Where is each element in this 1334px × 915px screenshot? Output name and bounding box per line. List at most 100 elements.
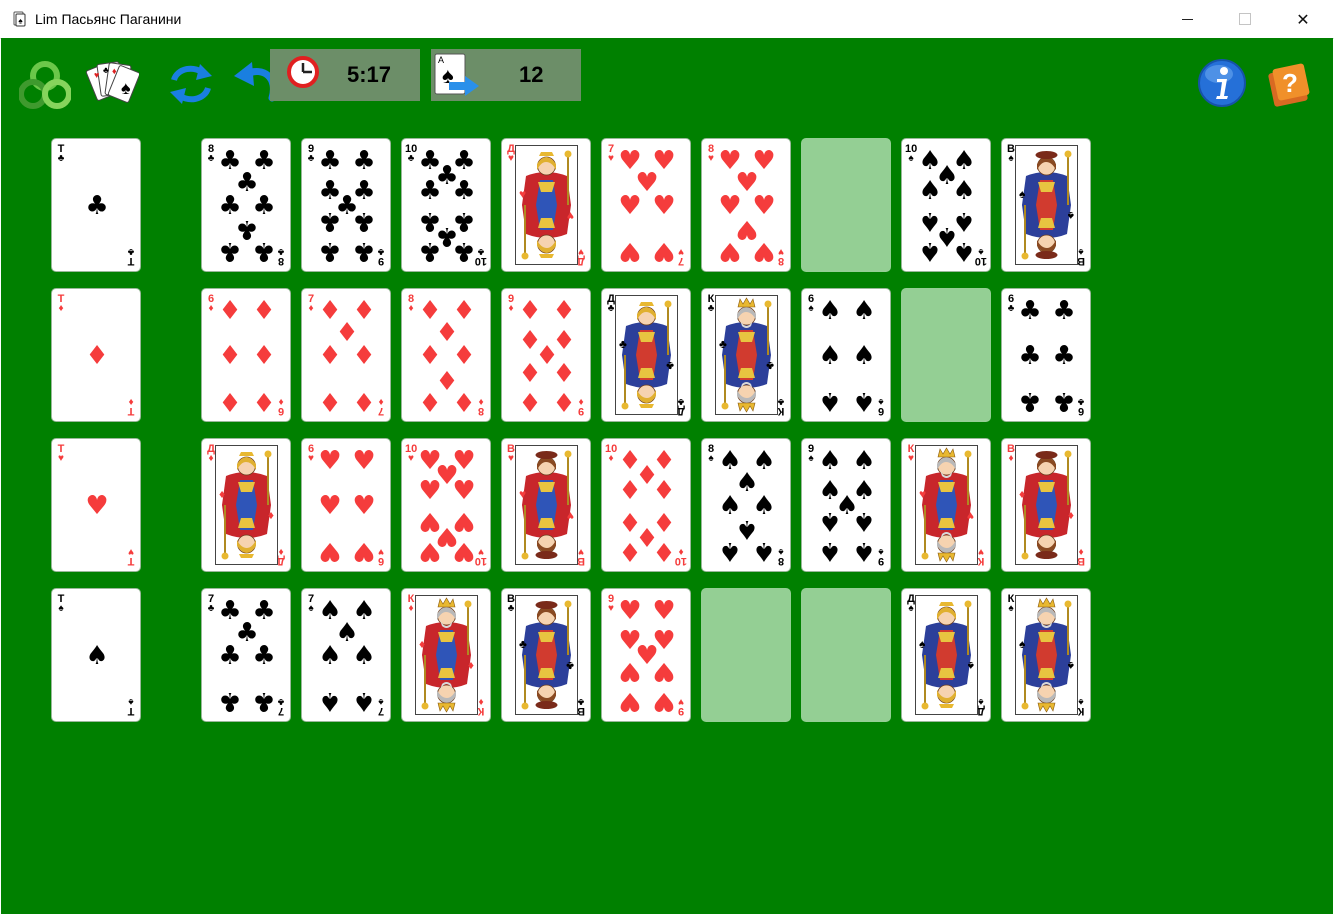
court-figure-top: ♥ (516, 146, 577, 205)
card-8-of-clubs[interactable]: 8 ♣ 8 ♣ ♣ ♣ ♣ ♣ ♣ ♣ ♣ ♣ (201, 138, 291, 272)
maximize-button[interactable] (1216, 0, 1274, 38)
card-10-of-clubs[interactable]: 10 ♣ 10 ♣ ♣ ♣ ♣ ♣ ♣ ♣ ♣ ♣ ♣ ♣ (401, 138, 491, 272)
card-king-of-diamonds[interactable]: К ♦ К ♦ ♦ ♦ (401, 588, 491, 722)
court-card-portrait: ♣ ♣ (715, 295, 778, 415)
empty-card-slot[interactable] (801, 588, 891, 722)
card-king-of-clubs[interactable]: К ♣ К ♣ ♣ ♣ (701, 288, 791, 422)
svg-text:♣: ♣ (103, 65, 109, 75)
club-pip: ♣ (252, 641, 276, 671)
svg-text:♣: ♣ (666, 359, 674, 373)
card-9-of-diamonds[interactable]: 9 ♦ 9 ♦ ♦ ♦ ♦ ♦ ♦ ♦ ♦ ♦ ♦ (501, 288, 591, 422)
card-6-of-spades[interactable]: 6 ♠ 6 ♠ ♠ ♠ ♠ ♠ ♠ ♠ (801, 288, 891, 422)
heart-pip: ♥ (618, 686, 642, 716)
card-7-of-spades[interactable]: 7 ♠ 7 ♠ ♠ ♠ ♠ ♠ ♠ ♠ ♠ (301, 588, 391, 722)
card-king-of-hearts[interactable]: К ♥ К ♥ ♥ ♥ (901, 438, 991, 572)
card-jack-of-spades[interactable]: В ♠ В ♠ ♠ ♠ (1001, 138, 1091, 272)
heart-pip: ♥ (618, 656, 642, 686)
club-pip: ♣ (452, 236, 476, 266)
card-jack-of-hearts[interactable]: В ♥ В ♥ ♥ ♥ (501, 438, 591, 572)
court-figure-bottom: ♠ (1016, 655, 1077, 714)
card-7-of-clubs[interactable]: 7 ♣ 7 ♣ ♣ ♣ ♣ ♣ ♣ ♣ ♣ (201, 588, 291, 722)
card-ace-of-hearts[interactable]: Т ♥ Т ♥ ♥ (51, 438, 141, 572)
card-10-of-hearts[interactable]: 10 ♥ 10 ♥ ♥ ♥ ♥ ♥ ♥ ♥ ♥ ♥ ♥ ♥ (401, 438, 491, 572)
card-corner-index: 6 ♦ (205, 294, 217, 314)
card-corner-index: Т ♣ (55, 144, 67, 164)
svg-text:♠: ♠ (121, 78, 131, 98)
card-corner-index: 9 ♦ (505, 294, 517, 314)
diamond-pip: ♦ (618, 536, 642, 566)
moves-panel: A ♠ 12 (431, 49, 581, 101)
help-book-icon[interactable]: ? (1265, 60, 1315, 108)
card-corner-index: 7 ♦ (305, 294, 317, 314)
club-pip: ♣ (252, 686, 276, 716)
court-card-portrait: ♥ ♥ (915, 445, 978, 565)
club-pip: ♣ (1018, 341, 1042, 371)
heart-pip: ♥ (318, 491, 342, 521)
close-button[interactable]: ✕ (1274, 0, 1332, 38)
card-queen-of-hearts[interactable]: Д ♥ Д ♥ ♥ ♥ (501, 138, 591, 272)
card-jack-of-diamonds[interactable]: В ♦ В ♦ ♦ ♦ (1001, 438, 1091, 572)
empty-card-slot[interactable] (701, 588, 791, 722)
spade-pip: ♠ (85, 641, 109, 671)
court-figure-bottom: ♣ (716, 355, 777, 414)
court-figure-bottom: ♣ (616, 355, 677, 414)
court-figure-bottom: ♦ (216, 505, 277, 564)
empty-card-slot[interactable] (901, 288, 991, 422)
svg-text:♦: ♦ (219, 487, 225, 501)
court-figure-top: ♣ (616, 296, 677, 355)
empty-card-slot[interactable] (801, 138, 891, 272)
diamond-pip: ♦ (252, 386, 276, 416)
card-ace-of-spades[interactable]: Т ♠ Т ♠ ♠ (51, 588, 141, 722)
card-ace-of-clubs[interactable]: Т ♣ Т ♣ ♣ (51, 138, 141, 272)
card-corner-index: 7 ♣ (205, 594, 217, 614)
spade-pip: ♠ (818, 386, 842, 416)
spade-pip: ♠ (718, 536, 742, 566)
spade-pip: ♠ (852, 341, 876, 371)
card-6-of-diamonds[interactable]: 6 ♦ 6 ♦ ♦ ♦ ♦ ♦ ♦ ♦ (201, 288, 291, 422)
card-jack-of-clubs[interactable]: В ♣ В ♣ ♣ ♣ (501, 588, 591, 722)
club-pip: ♣ (352, 206, 376, 236)
card-suit-symbol: ♥ (608, 153, 614, 164)
card-corner-index: 10 ♣ (405, 144, 417, 164)
card-queen-of-clubs[interactable]: Д ♣ Д ♣ ♣ ♣ (601, 288, 691, 422)
card-suit-symbol: ♥ (128, 546, 134, 557)
card-10-of-spades[interactable]: 10 ♠ 10 ♠ ♠ ♠ ♠ ♠ ♠ ♠ ♠ ♠ ♠ ♠ (901, 138, 991, 272)
card-queen-of-spades[interactable]: Д ♠ Д ♠ ♠ ♠ (901, 588, 991, 722)
diamond-pip: ♦ (218, 296, 242, 326)
svg-text:♠: ♠ (1019, 637, 1026, 651)
card-9-of-clubs[interactable]: 9 ♣ 9 ♣ ♣ ♣ ♣ ♣ ♣ ♣ ♣ ♣ ♣ (301, 138, 391, 272)
close-icon: ✕ (1296, 9, 1310, 29)
card-6-of-clubs[interactable]: 6 ♣ 6 ♣ ♣ ♣ ♣ ♣ ♣ ♣ (1001, 288, 1091, 422)
card-fan-icon[interactable]: ♥ ♣ ♦ ♠ (85, 58, 139, 110)
trefoil-logo-icon[interactable] (19, 60, 71, 110)
heart-pip: ♥ (618, 596, 642, 626)
refresh-arrows-icon[interactable] (166, 60, 216, 108)
card-queen-of-diamonds[interactable]: Д ♦ Д ♦ ♦ ♦ (201, 438, 291, 572)
card-8-of-spades[interactable]: 8 ♠ 8 ♠ ♠ ♠ ♠ ♠ ♠ ♠ ♠ ♠ (701, 438, 791, 572)
card-suit-symbol: ♠ (128, 696, 134, 707)
card-8-of-diamonds[interactable]: 8 ♦ 8 ♦ ♦ ♦ ♦ ♦ ♦ ♦ ♦ ♦ (401, 288, 491, 422)
card-7-of-hearts[interactable]: 7 ♥ 7 ♥ ♥ ♥ ♥ ♥ ♥ ♥ ♥ (601, 138, 691, 272)
diamond-pip: ♦ (652, 536, 676, 566)
moves-value: 12 (519, 62, 544, 87)
diamond-pip: ♦ (618, 476, 642, 506)
card-corner-index: Т ♥ (55, 444, 67, 464)
card-king-of-spades[interactable]: К ♠ К ♠ ♠ ♠ (1001, 588, 1091, 722)
card-9-of-spades[interactable]: 9 ♠ 9 ♠ ♠ ♠ ♠ ♠ ♠ ♠ ♠ ♠ ♠ (801, 438, 891, 572)
maximize-icon (1239, 13, 1251, 25)
card-10-of-diamonds[interactable]: 10 ♦ 10 ♦ ♦ ♦ ♦ ♦ ♦ ♦ ♦ ♦ ♦ ♦ (601, 438, 691, 572)
info-icon[interactable] (1197, 58, 1247, 108)
card-8-of-hearts[interactable]: 8 ♥ 8 ♥ ♥ ♥ ♥ ♥ ♥ ♥ ♥ ♥ (701, 138, 791, 272)
spade-pip: ♠ (352, 686, 376, 716)
heart-pip: ♥ (452, 536, 476, 566)
court-figure-top: ♥ (516, 446, 577, 505)
card-7-of-diamonds[interactable]: 7 ♦ 7 ♦ ♦ ♦ ♦ ♦ ♦ ♦ ♦ (301, 288, 391, 422)
card-ace-of-diamonds[interactable]: Т ♦ Т ♦ ♦ (51, 288, 141, 422)
card-9-of-hearts[interactable]: 9 ♥ 9 ♥ ♥ ♥ ♥ ♥ ♥ ♥ ♥ ♥ ♥ (601, 588, 691, 722)
card-6-of-hearts[interactable]: 6 ♥ 6 ♥ ♥ ♥ ♥ ♥ ♥ ♥ (301, 438, 391, 572)
card-suit-symbol: ♣ (127, 246, 135, 257)
minimize-button[interactable] (1158, 0, 1216, 38)
svg-text:♣: ♣ (766, 359, 774, 373)
card-rank-label: Т (127, 405, 135, 417)
heart-pip: ♥ (718, 236, 742, 266)
